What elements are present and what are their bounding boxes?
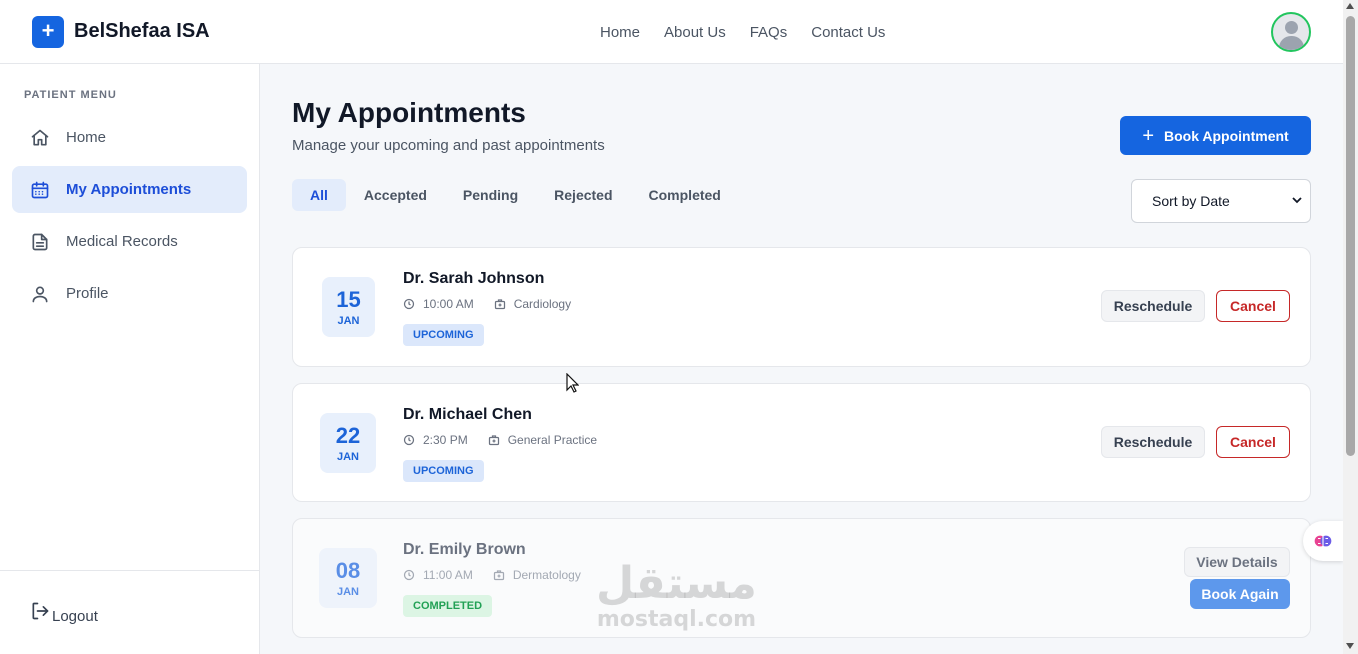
page-scrollbar[interactable] (1343, 0, 1358, 654)
date-box: 15 JAN (322, 277, 375, 337)
filter-tabs: All Accepted Pending Rejected Completed (292, 179, 739, 211)
sidebar-item-medical-records[interactable]: Medical Records (12, 218, 247, 265)
avatar[interactable] (1271, 12, 1311, 52)
status-badge: COMPLETED (403, 595, 493, 617)
view-details-button[interactable]: View Details (1184, 547, 1290, 577)
appointment-specialty: Dermatology (512, 568, 581, 582)
appointment-card: 22 JAN Dr. Michael Chen 2:30 PM General … (292, 383, 1311, 502)
clock-icon (403, 434, 415, 446)
medical-bag-icon (493, 570, 504, 581)
appointment-meta: 2:30 PM General Practice (403, 433, 597, 447)
cancel-button[interactable]: Cancel (1216, 290, 1290, 322)
assistant-widget[interactable] (1303, 521, 1343, 561)
sidebar-title: PATIENT MENU (24, 89, 117, 101)
sidebar-item-profile[interactable]: Profile (12, 270, 247, 317)
appointment-month: JAN (336, 451, 359, 463)
sidebar-footer: Logout (0, 570, 259, 654)
status-badge: UPCOMING (403, 324, 484, 346)
doctor-name: Dr. Sarah Johnson (403, 270, 545, 287)
tab-all[interactable]: All (292, 179, 346, 211)
document-icon (32, 233, 48, 250)
doctor-name: Dr. Michael Chen (403, 406, 532, 423)
medical-bag-icon (494, 299, 505, 310)
appointment-meta: 11:00 AM Dermatology (403, 568, 581, 582)
tab-pending[interactable]: Pending (445, 179, 536, 211)
appointment-day: 22 (335, 423, 361, 448)
tab-accepted[interactable]: Accepted (346, 179, 445, 211)
medical-bag-icon (488, 435, 499, 446)
home-icon (31, 129, 49, 145)
tab-rejected[interactable]: Rejected (536, 179, 630, 211)
appointment-time: 2:30 PM (423, 433, 468, 447)
sidebar-item-label: My Appointments (66, 181, 192, 198)
doctor-name: Dr. Emily Brown (403, 541, 526, 558)
scroll-up-icon[interactable] (1346, 3, 1354, 9)
reschedule-button[interactable]: Reschedule (1101, 290, 1205, 322)
sidebar-item-label: Medical Records (66, 233, 178, 250)
nav-faqs[interactable]: FAQs (750, 24, 788, 41)
nav-about-us[interactable]: About Us (664, 24, 726, 41)
logout-button[interactable]: Logout (30, 601, 98, 625)
appointment-day: 15 (336, 287, 361, 312)
appointment-card: 15 JAN Dr. Sarah Johnson 10:00 AM Cardio… (292, 247, 1311, 367)
nav-contact-us[interactable]: Contact Us (811, 24, 885, 41)
sidebar-item-home[interactable]: Home (12, 114, 247, 161)
status-badge: UPCOMING (403, 460, 484, 482)
mouse-cursor-icon (566, 373, 579, 393)
appointment-meta: 10:00 AM Cardiology (403, 297, 571, 311)
nav-home[interactable]: Home (600, 24, 640, 41)
appointment-specialty: Cardiology (513, 297, 572, 311)
page-subtitle: Manage your upcoming and past appointmen… (292, 137, 605, 154)
user-icon (32, 286, 48, 302)
page-title: My Appointments (292, 97, 526, 128)
appointment-month: JAN (336, 586, 359, 598)
top-header: + BelShefaa ISA Home About Us FAQs Conta… (0, 0, 1343, 64)
calendar-icon (31, 181, 49, 198)
date-box: 22 JAN (320, 413, 376, 473)
sidebar-item-my-appointments[interactable]: My Appointments (12, 166, 247, 213)
appointment-time: 11:00 AM (423, 568, 473, 582)
sidebar-item-label: Home (66, 129, 107, 146)
logout-label: Logout (52, 608, 98, 625)
appointment-card: 08 JAN Dr. Emily Brown 11:00 AM Dermatol… (292, 518, 1311, 638)
clock-icon (403, 569, 415, 581)
app-name[interactable]: BelShefaa ISA (74, 20, 210, 43)
logo-icon[interactable]: + (32, 16, 64, 48)
appointment-month: JAN (337, 315, 360, 327)
date-box: 08 JAN (319, 548, 377, 608)
clock-icon (403, 298, 415, 310)
brain-icon (1314, 535, 1332, 547)
sidebar: PATIENT MENU Home My Appointments Medica… (0, 64, 260, 654)
book-appointment-button[interactable]: + Book Appointment (1120, 116, 1311, 155)
sort-select[interactable]: Sort by Date (1131, 179, 1311, 223)
sort-select-value: Sort by Date (1152, 193, 1230, 209)
scroll-down-icon[interactable] (1346, 643, 1354, 649)
appointment-day: 08 (335, 558, 361, 583)
scroll-thumb[interactable] (1346, 16, 1355, 456)
book-again-button[interactable]: Book Again (1190, 579, 1290, 609)
book-appointment-label: Book Appointment (1164, 127, 1289, 144)
reschedule-button[interactable]: Reschedule (1101, 426, 1205, 458)
plus-icon: + (1142, 124, 1154, 147)
appointment-time: 10:00 AM (423, 297, 474, 311)
top-nav: Home About Us FAQs Contact Us (600, 24, 885, 41)
tab-completed[interactable]: Completed (631, 179, 739, 211)
logout-icon (32, 602, 49, 620)
avatar-head (1285, 21, 1298, 34)
avatar-body (1279, 36, 1304, 50)
appointment-specialty: General Practice (507, 433, 598, 447)
chevron-down-icon (1292, 197, 1302, 204)
cancel-button[interactable]: Cancel (1216, 426, 1290, 458)
sidebar-item-label: Profile (66, 285, 109, 302)
